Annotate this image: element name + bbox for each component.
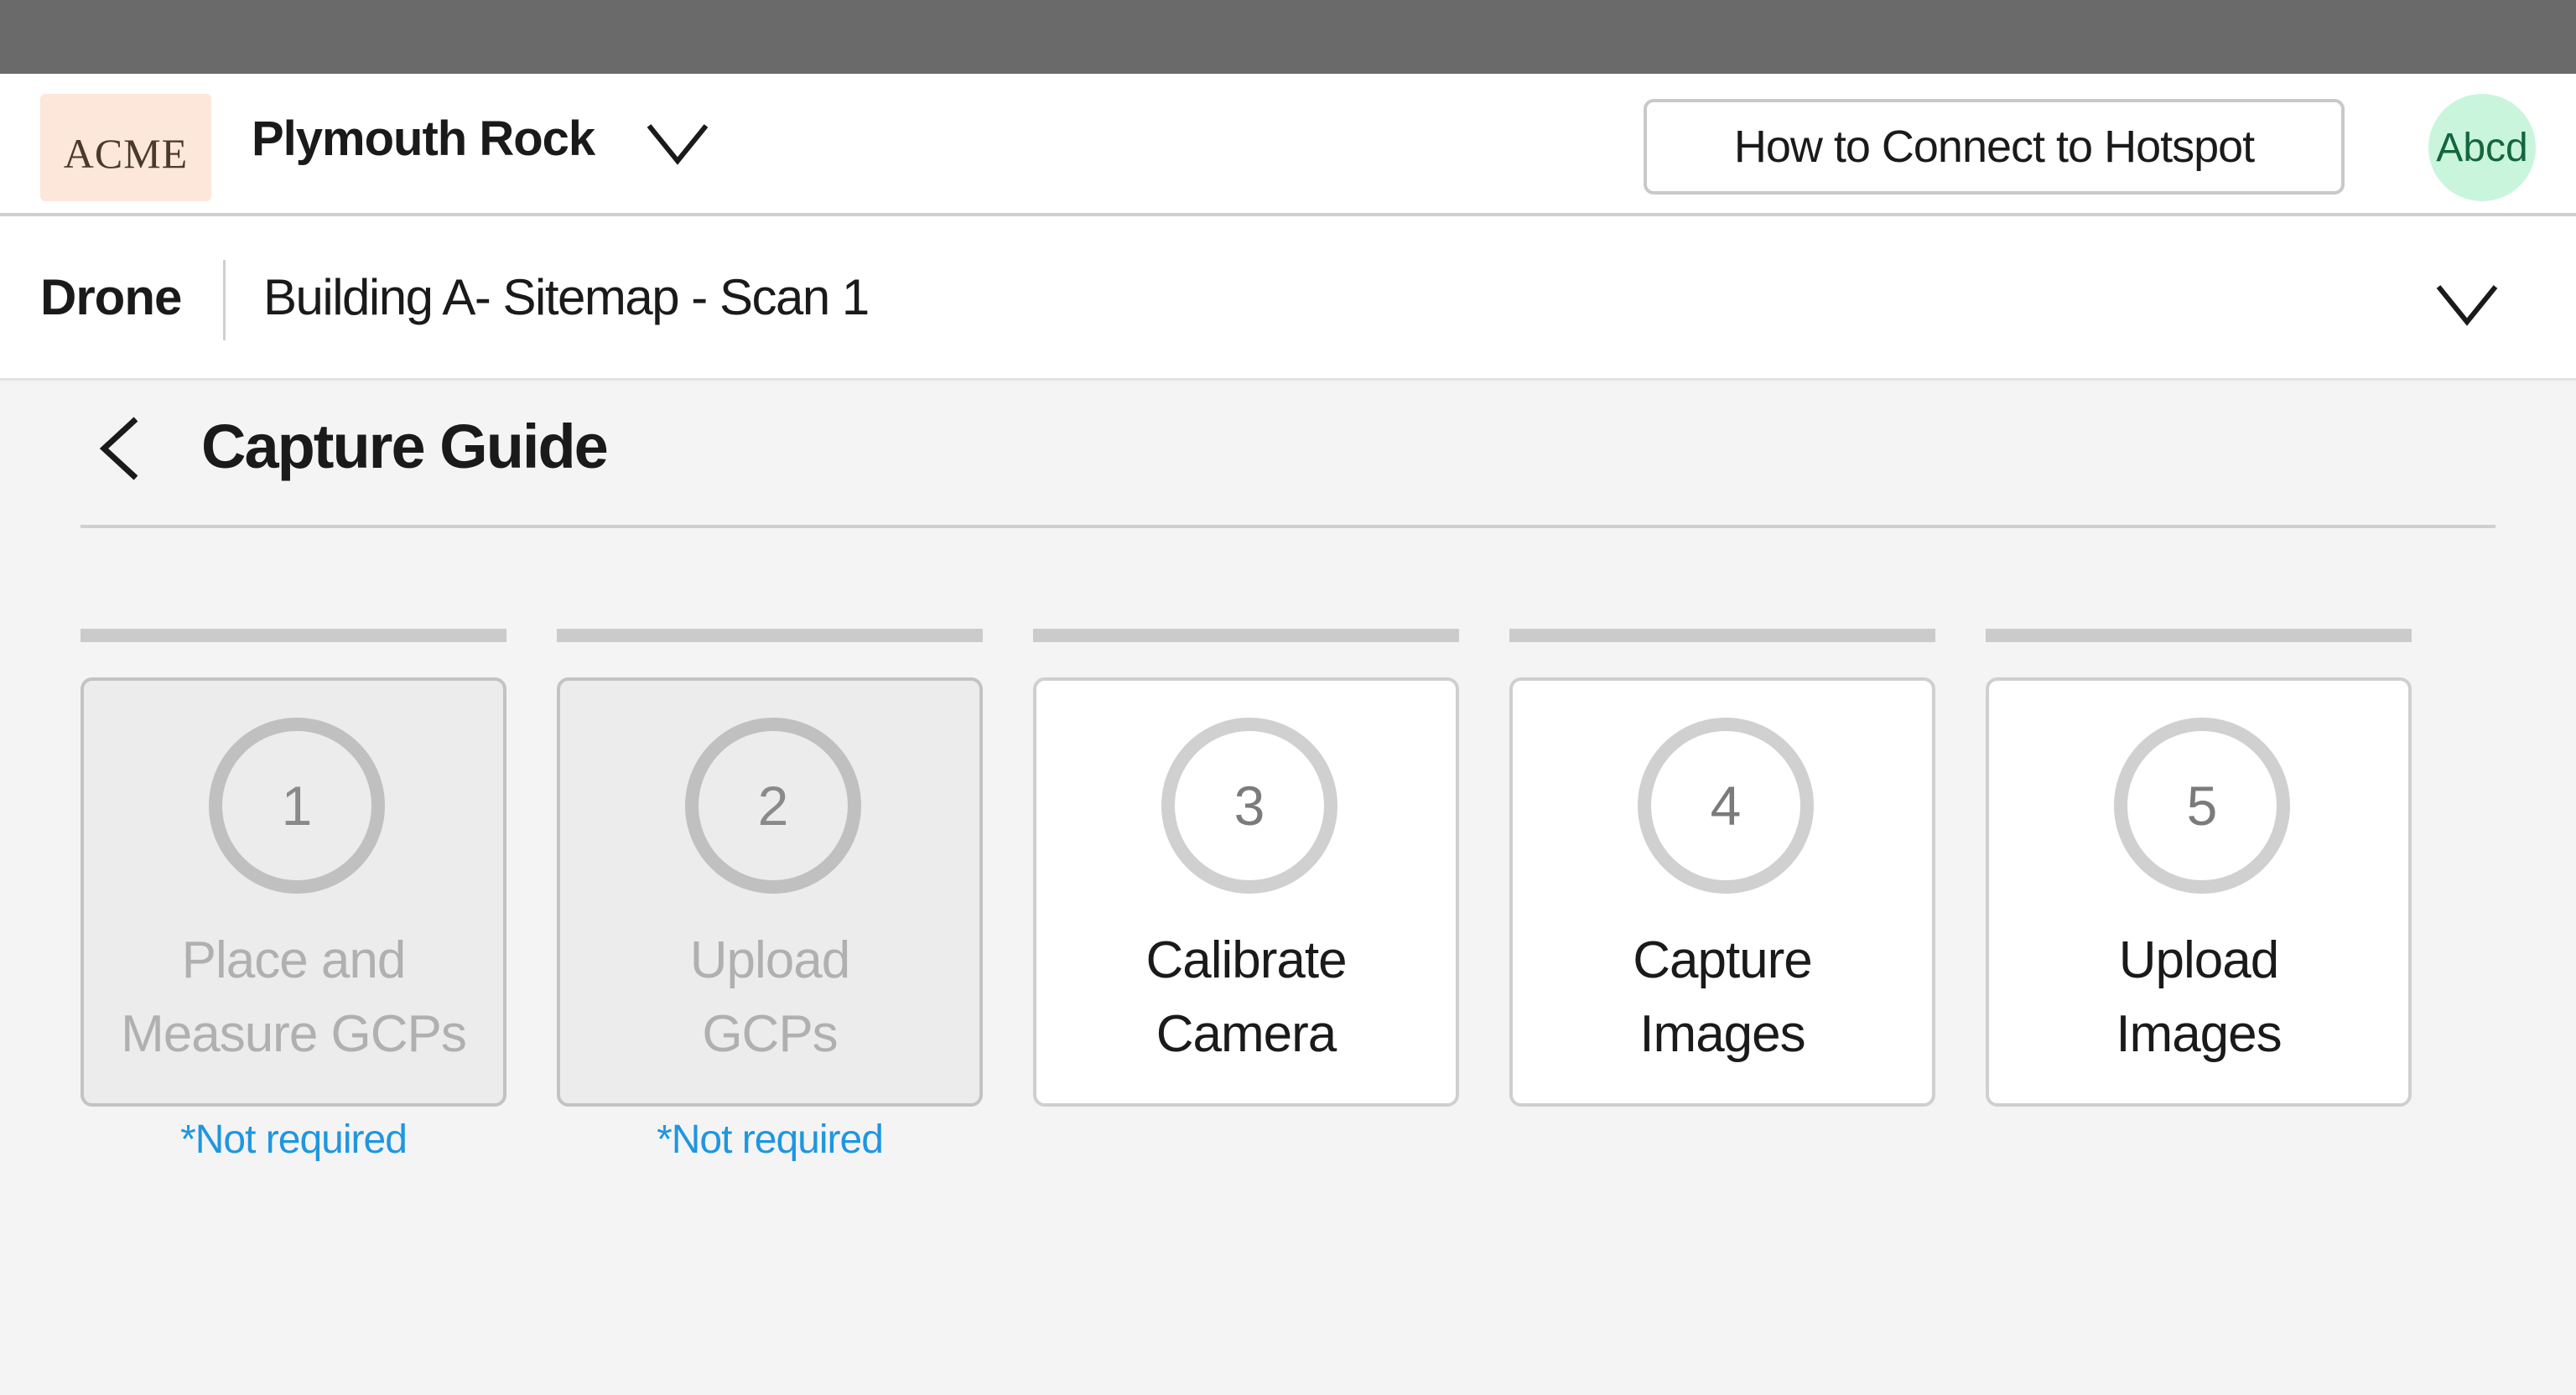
- step-progress-bar: [1986, 629, 2412, 642]
- step-card-body[interactable]: 2 Upload GCPs: [557, 677, 983, 1107]
- step-label-line: Place and: [181, 931, 407, 989]
- step-label-line: GCPs: [702, 1005, 838, 1063]
- not-required-note: *Not required: [180, 1118, 408, 1162]
- step-progress-bar: [1033, 629, 1459, 642]
- back-chevron-icon[interactable]: [94, 414, 144, 483]
- title-divider: [80, 525, 2496, 528]
- chevron-down-icon[interactable]: [2435, 283, 2499, 327]
- step-label-line: Images: [1639, 1005, 1805, 1063]
- step-label-line: Upload: [2118, 931, 2279, 989]
- step-label: Capture Images: [1513, 924, 1932, 1071]
- step-progress-bar: [557, 629, 983, 642]
- company-logo: ACME: [40, 94, 211, 201]
- step-card-body[interactable]: 3 Calibrate Camera: [1033, 677, 1459, 1107]
- page-title: Capture Guide: [201, 412, 609, 481]
- step-progress-bar: [1509, 629, 1935, 642]
- capture-type-label: Drone: [40, 269, 182, 325]
- step-label-line: Upload: [689, 931, 850, 989]
- scan-name[interactable]: Building A- Sitemap - Scan 1: [263, 268, 870, 326]
- status-bar: [0, 0, 2576, 74]
- step-label: Place and Measure GCPs: [84, 924, 503, 1071]
- step-label-line: Measure GCPs: [121, 1005, 467, 1063]
- step-label-line: Capture: [1633, 931, 1813, 989]
- step-label: Upload GCPs: [560, 924, 979, 1071]
- avatar[interactable]: Abcd: [2428, 94, 2536, 201]
- chevron-down-icon[interactable]: [646, 122, 709, 166]
- step-progress-bar: [80, 629, 506, 642]
- not-required-note: *Not required: [657, 1118, 884, 1162]
- step-label-line: Calibrate: [1145, 931, 1347, 989]
- steps-row: 1 Place and Measure GCPs *Not required 2…: [80, 629, 2496, 1182]
- step-label-line: Images: [2116, 1005, 2282, 1063]
- step-card-body[interactable]: 1 Place and Measure GCPs: [80, 677, 506, 1107]
- step-number-circle: 3: [1161, 718, 1337, 894]
- step-card-body[interactable]: 4 Capture Images: [1509, 677, 1935, 1107]
- project-name[interactable]: Plymouth Rock: [252, 111, 595, 167]
- step-label: Calibrate Camera: [1036, 924, 1456, 1071]
- step-number-circle: 2: [685, 718, 861, 894]
- divider: [223, 260, 226, 340]
- top-bar: ACME Plymouth Rock How to Connect to Hot…: [0, 74, 2576, 216]
- step-number-circle: 4: [1638, 718, 1814, 894]
- hotspot-help-button[interactable]: How to Connect to Hotspot: [1644, 99, 2345, 194]
- step-card-body[interactable]: 5 Upload Images: [1986, 677, 2412, 1107]
- step-number-circle: 5: [2114, 718, 2290, 894]
- step-number-circle: 1: [209, 718, 385, 894]
- step-label: Upload Images: [1989, 924, 2408, 1071]
- scan-selector-bar[interactable]: Drone Building A- Sitemap - Scan 1: [0, 216, 2576, 381]
- step-label-line: Camera: [1156, 1005, 1337, 1063]
